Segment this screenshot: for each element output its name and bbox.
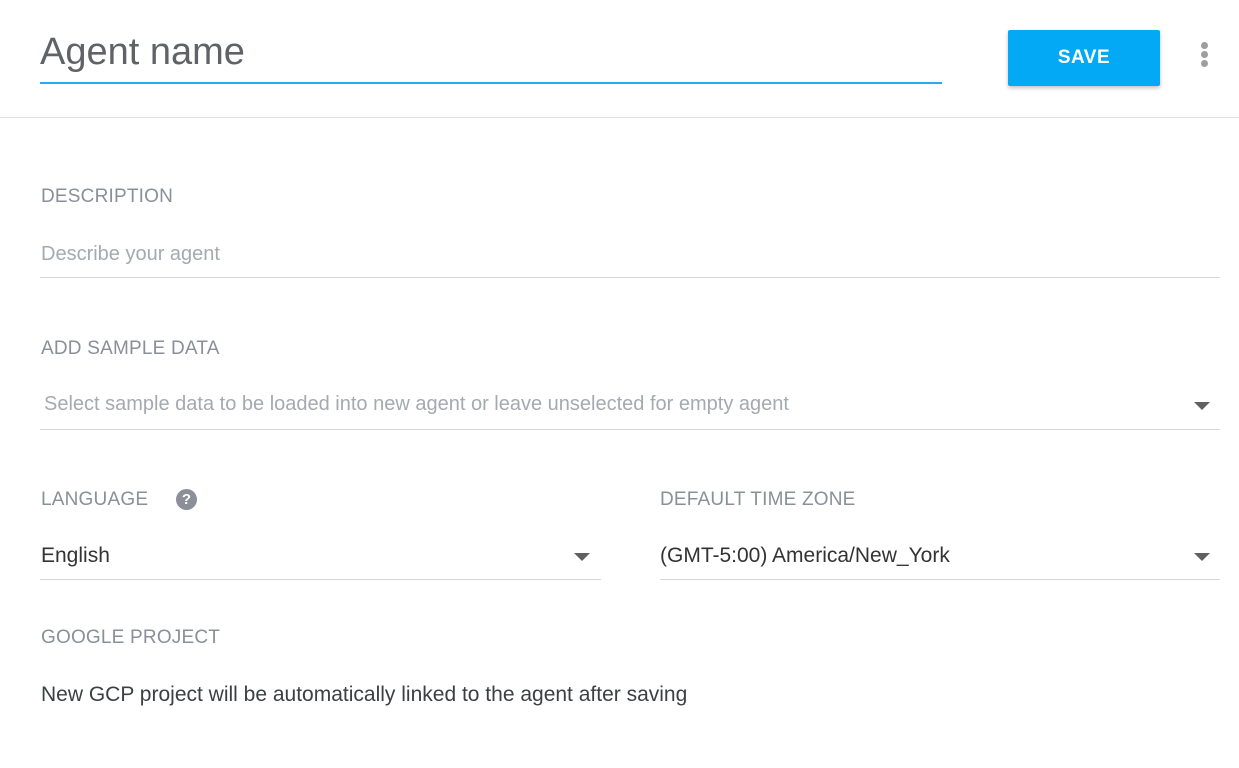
time-zone-select[interactable]: (GMT-5:00) America/New_York	[660, 540, 1220, 574]
chevron-down-icon	[1194, 402, 1210, 410]
sample-data-placeholder: Select sample data to be loaded into new…	[44, 393, 789, 415]
chevron-down-icon	[1194, 553, 1210, 561]
agent-settings-page: SAVE DESCRIPTION ADD SAMPLE DATA Select …	[0, 0, 1239, 768]
language-select[interactable]: English	[41, 540, 601, 574]
sample-data-select[interactable]: Select sample data to be loaded into new…	[44, 389, 1220, 423]
save-button[interactable]: SAVE	[1008, 30, 1160, 86]
sample-data-underline	[40, 429, 1220, 430]
menu-dot	[1201, 60, 1208, 67]
agent-name-input[interactable]	[40, 28, 942, 84]
sample-data-label: ADD SAMPLE DATA	[41, 338, 220, 359]
menu-dot	[1201, 51, 1208, 58]
chevron-down-icon	[574, 553, 590, 561]
description-input[interactable]	[41, 239, 1219, 269]
more-vertical-icon[interactable]	[1192, 38, 1218, 72]
time-zone-underline	[660, 579, 1220, 580]
help-icon[interactable]: ?	[176, 489, 197, 510]
language-value: English	[41, 544, 110, 567]
description-label: DESCRIPTION	[41, 186, 174, 207]
time-zone-value: (GMT-5:00) America/New_York	[660, 544, 950, 567]
time-zone-label: DEFAULT TIME ZONE	[660, 489, 856, 510]
language-underline	[40, 579, 601, 580]
language-label: LANGUAGE	[41, 489, 149, 510]
menu-dot	[1201, 42, 1208, 49]
google-project-text: New GCP project will be automatically li…	[41, 683, 688, 706]
google-project-label: GOOGLE PROJECT	[41, 627, 221, 648]
description-underline	[40, 277, 1220, 278]
header: SAVE	[0, 0, 1239, 118]
